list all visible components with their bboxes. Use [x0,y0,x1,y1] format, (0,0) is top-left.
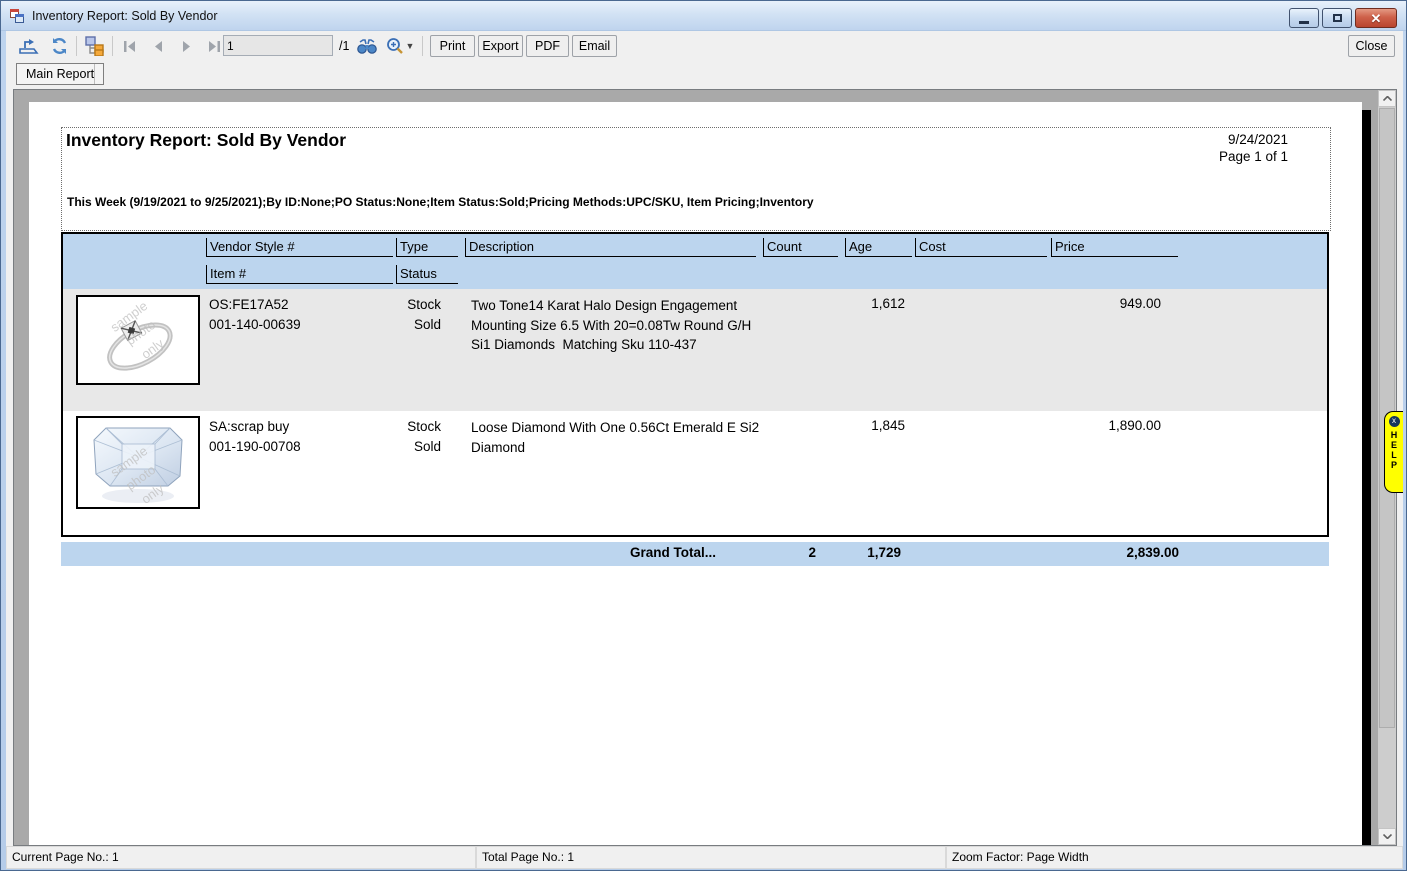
titlebar: Inventory Report: Sold By Vendor ✕ [1,1,1406,31]
previous-page-button[interactable] [146,34,170,58]
report-viewer-window: Inventory Report: Sold By Vendor ✕ [0,0,1407,871]
scroll-down-button[interactable] [1378,828,1396,845]
window-title: Inventory Report: Sold By Vendor [32,9,218,23]
help-tab[interactable]: x HELP [1384,411,1403,493]
client-area: /1 ▼ Print Export PDF [6,31,1403,869]
item-description: Loose Diamond With One 0.56Ct Emerald E … [471,418,773,457]
item-price: 1,890.00 [1046,418,1161,433]
close-report-button[interactable]: Close [1348,35,1395,57]
column-header-status: Status [396,265,458,284]
status-total-pages: Total Page No.: 1 [476,846,946,869]
item-price: 949.00 [1046,296,1161,311]
previous-page-icon [154,41,163,52]
minimize-button[interactable] [1289,8,1319,28]
next-page-button[interactable] [174,34,198,58]
report-page-label: Page 1 of 1 [1219,148,1288,165]
item-photo-diamond: sample photo only [76,416,200,509]
column-header-count: Count [763,238,838,257]
last-page-icon [207,41,221,52]
item-photo-ring: sample photo only [76,295,200,385]
report-title: Inventory Report: Sold By Vendor [66,130,346,151]
next-page-icon [182,41,191,52]
toolbar: /1 ▼ Print Export PDF [6,31,1403,61]
report-header-block: Inventory Report: Sold By Vendor This We… [61,127,1331,231]
refresh-icon [50,37,69,55]
status-zoom-factor: Zoom Factor: Page Width [946,846,1403,869]
zoom-button[interactable]: ▼ [381,34,419,58]
export-button[interactable]: Export [478,35,523,57]
first-page-button[interactable] [118,34,142,58]
column-header-cost: Cost [915,238,1047,257]
close-icon: ✕ [1371,12,1382,25]
chevron-up-icon [1383,96,1392,101]
report-date: 9/24/2021 [1219,131,1288,148]
export-report-button[interactable] [16,34,42,58]
maximize-button[interactable] [1322,8,1352,28]
filter-line: This Week (9/19/2021 to 9/25/2021);By ID… [67,193,1082,211]
status-current-page: Current Page No.: 1 [6,846,476,869]
vendor-style-and-item: OS:FE17A52 001-140-00639 [209,295,301,335]
email-button[interactable]: Email [572,35,617,57]
grand-total-count: 2 [751,545,816,560]
type-and-status: Stock Sold [393,417,441,457]
close-window-button[interactable]: ✕ [1355,8,1397,28]
toggle-group-tree-button[interactable] [82,34,108,58]
status-bar: Current Page No.: 1 Total Page No.: 1 Zo… [6,846,1403,869]
first-page-icon [123,41,137,52]
report-table: Vendor Style # Type Description Count Ag… [61,232,1329,537]
vendor-style-and-item: SA:scrap buy 001-190-00708 [209,417,301,457]
page-shadow [1362,110,1371,846]
scroll-up-button[interactable] [1378,90,1396,107]
table-row: sample photo only SA:scrap buy 001-190-0… [63,411,1327,534]
report-page: Inventory Report: Sold By Vendor This We… [29,102,1362,846]
zoom-magnifier-icon [386,37,404,55]
zoom-dropdown-caret-icon: ▼ [406,41,415,51]
column-header-age: Age [845,238,912,257]
grand-total-age: 1,729 [836,545,901,560]
grand-total-price: 2,839.00 [1051,545,1179,560]
report-canvas: Inventory Report: Sold By Vendor This We… [13,89,1397,846]
table-row: sample photo only OS:FE17A52 001-140-006… [63,289,1327,411]
column-header-vendor-style: Vendor Style # [206,238,393,257]
binoculars-icon [357,39,377,54]
refresh-button[interactable] [46,34,72,58]
help-close-icon[interactable]: x [1389,416,1400,427]
chevron-down-icon [1383,834,1392,839]
help-tab-label: HELP [1389,430,1399,470]
page-count-label: /1 [339,39,349,53]
grand-total-row: Grand Total... 2 1,729 2,839.00 [61,542,1329,566]
item-age: 1,845 [839,418,905,433]
page-number-input[interactable] [223,35,333,56]
find-text-button[interactable] [354,34,380,58]
column-header-price: Price [1051,238,1178,257]
app-window-icon [9,8,25,24]
column-header-type: Type [396,238,458,257]
maximize-icon [1333,14,1342,22]
tab-main-report[interactable]: Main Report [16,63,104,85]
type-and-status: Stock Sold [393,295,441,335]
pdf-button[interactable]: PDF [526,35,569,57]
column-header-item: Item # [206,265,393,284]
item-age: 1,612 [839,296,905,311]
minimize-icon [1299,21,1309,24]
print-button[interactable]: Print [430,35,475,57]
export-icon [18,37,40,55]
tab-strip: Main Report [6,61,1403,89]
table-header: Vendor Style # Type Description Count Ag… [63,234,1327,289]
report-date-block: 9/24/2021 Page 1 of 1 [1219,131,1288,165]
group-tree-icon [84,36,106,56]
grand-total-label: Grand Total... [461,545,716,560]
column-header-description: Description [465,238,756,257]
item-description: Two Tone14 Karat Halo Design Engagement … [471,296,773,355]
